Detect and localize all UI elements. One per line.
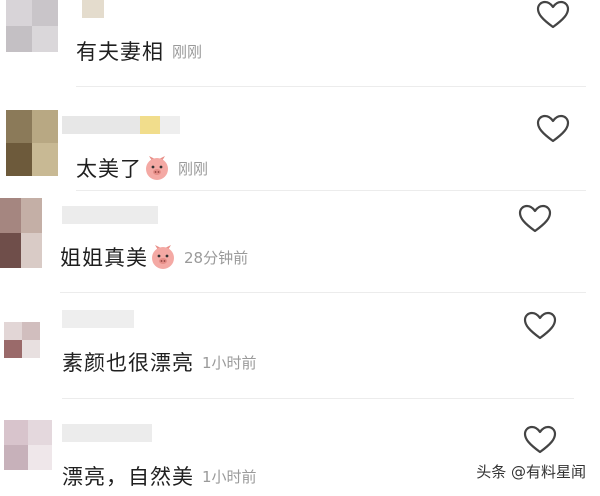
divider [62, 398, 574, 399]
heart-outline-icon[interactable] [536, 114, 570, 144]
pig-face-emoji-icon [146, 156, 168, 180]
comment-text-row: 姐姐真美 28分钟前 [60, 242, 248, 272]
comment-time: 28分钟前 [184, 248, 249, 267]
comment-text: 素颜也很漂亮 [62, 351, 194, 375]
heart-outline-icon[interactable] [523, 425, 557, 455]
comment-text-row: 太美了 刚刚 [76, 153, 208, 183]
comment-text-row: 有夫妻相 刚刚 [76, 36, 202, 66]
divider [60, 292, 586, 293]
comment-text: 太美了 [76, 157, 142, 181]
pig-face-emoji-icon [152, 245, 174, 269]
comment-text-row: 漂亮，自然美 1小时前 [62, 461, 257, 491]
comment-time: 刚刚 [172, 42, 203, 61]
comment-time: 1小时前 [202, 353, 257, 372]
heart-outline-icon[interactable] [523, 311, 557, 341]
avatar[interactable] [6, 110, 58, 176]
divider [76, 86, 586, 87]
avatar[interactable] [0, 198, 42, 268]
comment-time: 1小时前 [202, 467, 257, 486]
comment-text-row: 素颜也很漂亮 1小时前 [62, 347, 257, 377]
avatar[interactable] [4, 420, 52, 470]
source-watermark: 头条 @有料星闻 [476, 463, 586, 481]
comment-text: 有夫妻相 [76, 40, 164, 64]
comment-text: 漂亮，自然美 [62, 465, 194, 489]
avatar[interactable] [6, 0, 58, 52]
comment-time: 刚刚 [178, 159, 209, 178]
divider [76, 190, 586, 191]
heart-outline-icon[interactable] [518, 204, 552, 234]
comment-text: 姐姐真美 [60, 246, 148, 270]
avatar[interactable] [4, 322, 40, 358]
heart-outline-icon[interactable] [536, 0, 570, 30]
